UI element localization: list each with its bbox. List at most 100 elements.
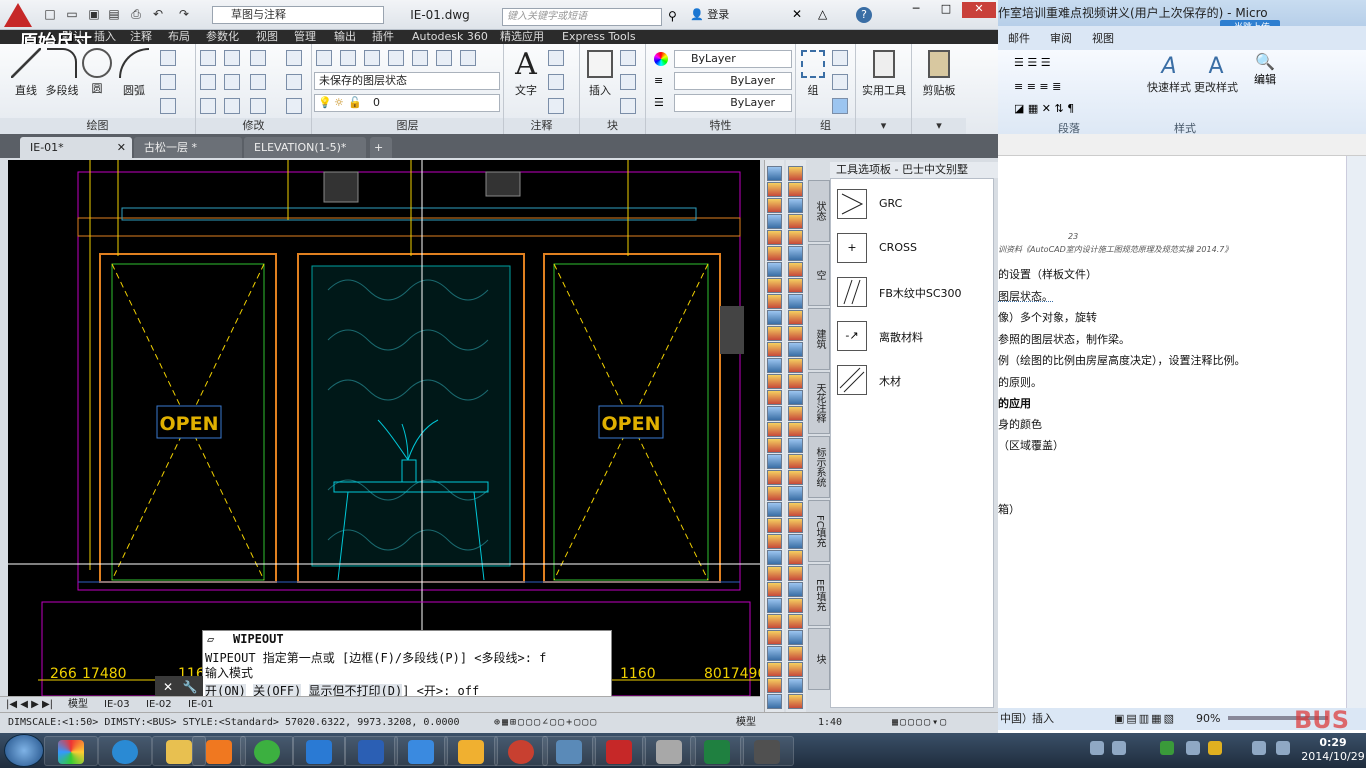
ungroup-icon[interactable] xyxy=(832,50,848,66)
toolbar-tool-icon[interactable] xyxy=(767,198,782,213)
draw-group-label[interactable]: 绘图 xyxy=(0,118,195,134)
dimension-icon[interactable] xyxy=(548,50,564,66)
taskbar-cloud[interactable] xyxy=(292,736,346,766)
tab-output[interactable]: 输出 xyxy=(334,30,356,44)
clipboard-button[interactable]: 剪贴板 xyxy=(914,48,964,98)
palette-tab-empty[interactable]: 空 xyxy=(808,244,830,306)
properties-group-label[interactable]: 特性 xyxy=(646,118,795,134)
align-icons[interactable]: ≡ ≡ ≡ ≣ xyxy=(1014,80,1061,93)
drawing-canvas[interactable]: OPEN OPEN 266 17480 1160 1160 801749 xyxy=(8,160,760,696)
layer-iso-icon[interactable] xyxy=(388,50,404,66)
toolbar-tool-icon[interactable] xyxy=(788,294,803,309)
bullets-icon[interactable]: ☰ ☰ ☰ xyxy=(1014,56,1051,69)
command-window[interactable]: WIPEOUT ▱ WIPEOUT 指定第一点或 [边框(F)/多段线(P)] … xyxy=(202,630,612,700)
toolbar-tool-icon[interactable] xyxy=(788,518,803,533)
lineweight-icon[interactable]: ☰ xyxy=(654,96,664,109)
print-icon[interactable]: ⎙ xyxy=(128,7,144,21)
close-icon[interactable]: ✕ xyxy=(117,137,126,158)
erase-icon[interactable] xyxy=(286,50,302,66)
toolbar-tool-icon[interactable] xyxy=(767,182,782,197)
explode-icon[interactable] xyxy=(286,74,302,90)
tray-volume-icon[interactable] xyxy=(1252,741,1266,755)
layer-properties-icon[interactable] xyxy=(316,50,332,66)
open-icon[interactable]: ▭ xyxy=(64,7,80,21)
taskbar-image[interactable] xyxy=(542,736,596,766)
word-tab-review[interactable]: 审阅 xyxy=(1050,30,1072,46)
word-ruler[interactable] xyxy=(998,134,1366,156)
polyline-button[interactable]: 多段线 xyxy=(42,48,82,98)
text-button[interactable]: A 文字 xyxy=(508,48,544,98)
maximize-button[interactable]: □ xyxy=(932,2,960,18)
taskbar-ie[interactable] xyxy=(98,736,152,766)
toolbar-tool-icon[interactable] xyxy=(788,310,803,325)
taskbar-tool[interactable] xyxy=(642,736,696,766)
arc-button[interactable]: 圆弧 xyxy=(116,48,152,98)
toolbar-tool-icon[interactable] xyxy=(788,502,803,517)
binoculars-icon[interactable]: ⚲ xyxy=(668,9,677,23)
toolbar-tool-icon[interactable] xyxy=(767,358,782,373)
shading-icon[interactable]: ◪ ▦ ✕ ⇅ ¶ xyxy=(1014,102,1074,115)
toolbar-tool-icon[interactable] xyxy=(788,486,803,501)
search-input[interactable]: 键入关键字或短语 xyxy=(502,8,662,26)
utilities-button[interactable]: 实用工具 xyxy=(858,48,910,98)
toolbar-tool-icon[interactable] xyxy=(788,214,803,229)
toolbar-tool-icon[interactable] xyxy=(788,646,803,661)
toolbar-tool-icon[interactable] xyxy=(767,566,782,581)
tray-app-icon[interactable] xyxy=(1208,741,1222,755)
utilities-dropdown[interactable]: ▾ xyxy=(856,118,911,134)
toolbar-tool-icon[interactable] xyxy=(767,374,782,389)
toolbar-tool-icon[interactable] xyxy=(788,406,803,421)
block-group-label[interactable]: 块 xyxy=(580,118,645,134)
toolbar-tool-icon[interactable] xyxy=(788,262,803,277)
tab-plugins[interactable]: 插件 xyxy=(372,30,394,44)
toolbar-tool-icon[interactable] xyxy=(767,502,782,517)
palette-tab-ee[interactable]: EE填充 xyxy=(808,564,830,626)
toolbar-tool-icon[interactable] xyxy=(767,278,782,293)
taskbar-excel[interactable] xyxy=(690,736,744,766)
toolbar-tool-icon[interactable] xyxy=(767,678,782,693)
toolbar-tool-icon[interactable] xyxy=(788,182,803,197)
linetype-icon[interactable]: ≡ xyxy=(654,74,663,87)
insert-button[interactable]: 插入 xyxy=(582,48,618,98)
undo-icon[interactable]: ↶ xyxy=(150,7,166,21)
model-space-label[interactable]: 模型 xyxy=(736,713,756,733)
palette-tab-building[interactable]: 建筑 xyxy=(808,308,830,370)
toolbar-tool-icon[interactable] xyxy=(788,678,803,693)
layout-tab-ie01[interactable]: IE-01 xyxy=(188,698,214,712)
toolbar-tool-icon[interactable] xyxy=(767,406,782,421)
toolbar-tool-icon[interactable] xyxy=(767,310,782,325)
array-icon[interactable] xyxy=(250,98,266,114)
toolbar-tool-icon[interactable] xyxy=(767,230,782,245)
command-history-icon[interactable]: ▱ xyxy=(207,632,214,646)
find-icon[interactable]: 🔍 xyxy=(1248,52,1282,71)
annotation-scale[interactable]: 1:40 xyxy=(818,713,842,733)
editing-label[interactable]: 编辑 xyxy=(1254,73,1276,86)
layer-lock-icon[interactable] xyxy=(460,50,476,66)
toolbar-tool-icon[interactable] xyxy=(788,358,803,373)
toolbar-tool-icon[interactable] xyxy=(767,694,782,709)
taskbar-cloud2[interactable] xyxy=(394,736,448,766)
taskbar-autocad[interactable] xyxy=(592,736,646,766)
toolbar-tool-icon[interactable] xyxy=(767,614,782,629)
toolbar-tool-icon[interactable] xyxy=(788,374,803,389)
change-styles-button[interactable]: A 更改样式 xyxy=(1192,54,1240,95)
palette-tab-sign[interactable]: 标示系统 xyxy=(808,436,830,498)
create-block-icon[interactable] xyxy=(620,50,636,66)
system-clock[interactable]: 0:29 2014/10/29 xyxy=(1300,736,1366,766)
annotation-group-label[interactable]: 注释 xyxy=(504,118,579,134)
toolbar-tool-icon[interactable] xyxy=(767,518,782,533)
tray-security-icon[interactable] xyxy=(1160,741,1174,755)
layout-tab-ie02[interactable]: IE-02 xyxy=(146,698,172,712)
palette-tab-block[interactable]: 块 xyxy=(808,628,830,690)
fillet-icon[interactable] xyxy=(250,74,266,90)
tray-flag-icon[interactable] xyxy=(1276,741,1290,755)
layer-match-icon[interactable] xyxy=(364,50,380,66)
toolbar-tool-icon[interactable] xyxy=(788,694,803,709)
line-button[interactable]: 直线 xyxy=(8,48,44,98)
tray-network-icon[interactable] xyxy=(1112,741,1126,755)
tab-layout[interactable]: 布局 xyxy=(168,30,190,44)
saveas-icon[interactable]: ▤ xyxy=(106,7,122,21)
taskbar-camera[interactable] xyxy=(740,736,794,766)
toolbar-tool-icon[interactable] xyxy=(788,454,803,469)
drafting-toggles[interactable]: ⊕▦⊞▢▢▢∠▢▢+▢▢▢ xyxy=(494,713,598,733)
